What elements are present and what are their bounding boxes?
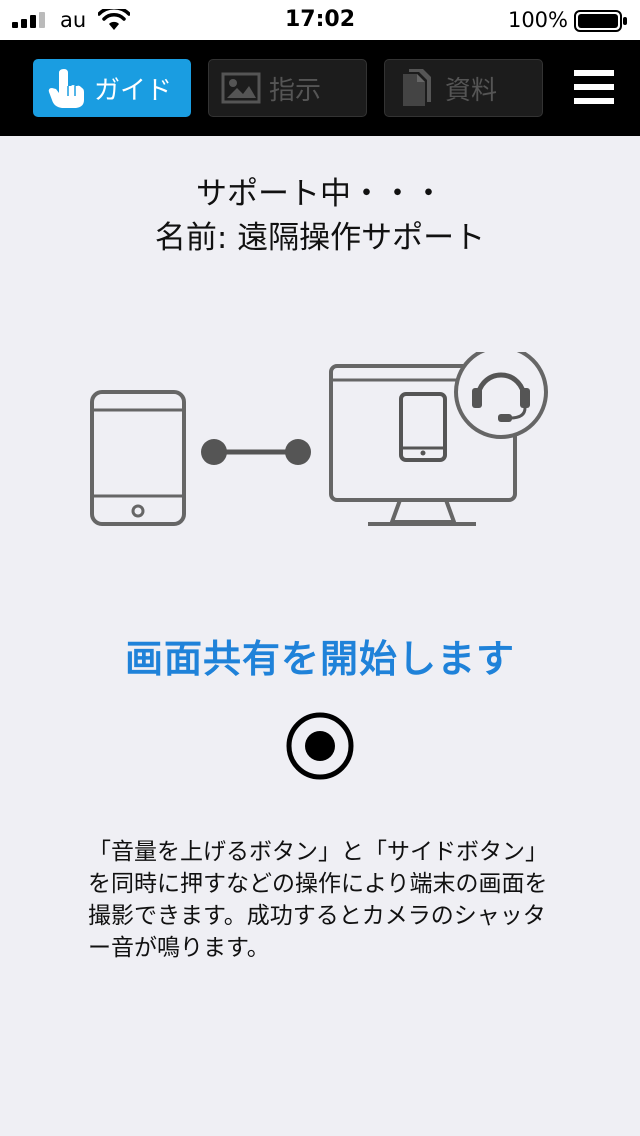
- tab-guide[interactable]: ガイド: [33, 59, 191, 117]
- document-icon: [403, 69, 431, 106]
- top-toolbar: ガイド 指示 資料: [0, 40, 640, 136]
- status-bar: au 17:02 100%: [0, 0, 640, 40]
- tab-documents-label: 資料: [445, 75, 498, 106]
- headset-icon: [454, 352, 548, 439]
- image-icon: [221, 72, 261, 104]
- tab-instruction-label: 指示: [269, 75, 322, 106]
- screen-share-heading: 画面共有を開始します: [124, 637, 515, 681]
- tab-documents[interactable]: 資料: [384, 59, 543, 117]
- record-icon[interactable]: [286, 712, 354, 780]
- session-status: サポート中・・・ 名前: 遠隔操作サポート: [0, 172, 640, 260]
- hamburger-menu-icon[interactable]: [574, 70, 614, 104]
- battery-percentage: 100%: [507, 8, 568, 32]
- tab-guide-label: ガイド: [94, 75, 173, 106]
- connection-link-icon: [201, 439, 311, 465]
- battery-icon: [574, 10, 627, 32]
- support-status-text: サポート中・・・: [196, 176, 444, 212]
- session-name-text: 名前: 遠隔操作サポート: [154, 220, 486, 256]
- hand-pointer-icon: [48, 69, 84, 108]
- remote-connection-illustration: [90, 352, 548, 526]
- smartphone-icon: [90, 390, 186, 526]
- tab-instruction[interactable]: 指示: [208, 59, 367, 117]
- screenshot-instructions: 「音量を上げるボタン」と「サイドボタン」を同時に押すなどの操作により端末の画面を…: [88, 839, 548, 961]
